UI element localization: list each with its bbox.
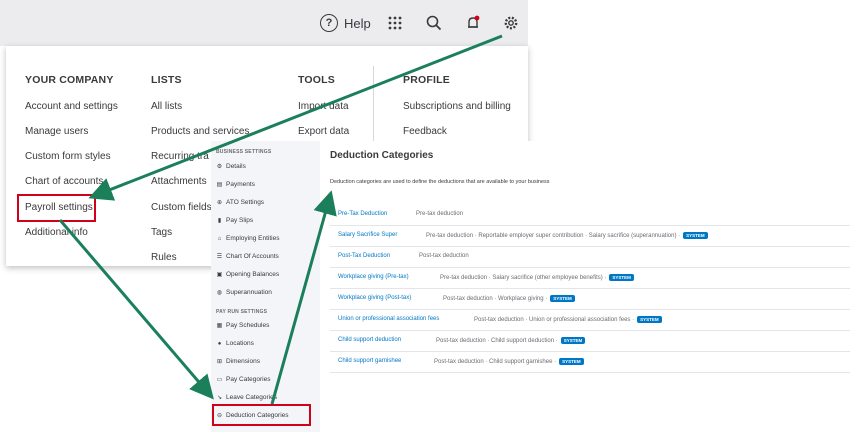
arrow-gear-to-payroll [88,34,503,201]
arrow-deduction-to-content [270,190,337,405]
annotation-arrows [58,34,503,405]
arrow-payroll-to-deduction [58,219,214,400]
